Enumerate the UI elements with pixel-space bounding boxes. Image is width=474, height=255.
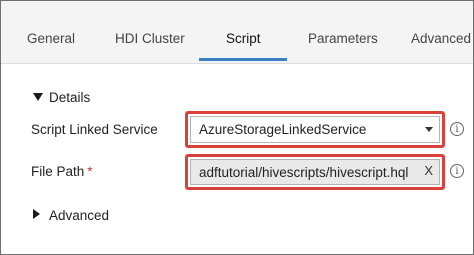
caret-right-icon[interactable] [33,209,40,219]
script-linked-service-value: AzureStorageLinkedService [199,122,367,137]
activity-settings-panel: General HDI Cluster Script Parameters Ad… [0,0,474,255]
tab-script[interactable]: Script [226,31,261,46]
file-path-value: adftutorial/hivescripts/hivescript.hql [199,164,409,180]
info-icon[interactable]: i [450,122,464,136]
clear-icon[interactable]: X [424,163,433,178]
script-linked-service-label: Script Linked Service [31,122,158,137]
tab-advanced[interactable]: Advanced [411,31,471,46]
tab-general[interactable]: General [27,31,75,46]
advanced-section-label[interactable]: Advanced [49,208,109,223]
info-icon[interactable]: i [450,164,464,178]
script-linked-service-select[interactable]: AzureStorageLinkedService [190,116,440,143]
chevron-down-icon[interactable] [425,127,433,132]
tab-hdi-cluster[interactable]: HDI Cluster [115,31,185,46]
file-path-input[interactable]: adftutorial/hivescripts/hivescript.hql X [190,159,440,185]
active-tab-indicator [199,58,287,61]
caret-down-icon[interactable] [33,93,43,101]
required-marker: * [87,164,93,179]
tab-bar: General HDI Cluster Script Parameters Ad… [1,1,473,64]
details-section-label[interactable]: Details [49,90,90,105]
file-path-label-text: File Path [31,164,85,179]
tab-parameters[interactable]: Parameters [308,31,378,46]
file-path-label: File Path * [31,164,93,179]
